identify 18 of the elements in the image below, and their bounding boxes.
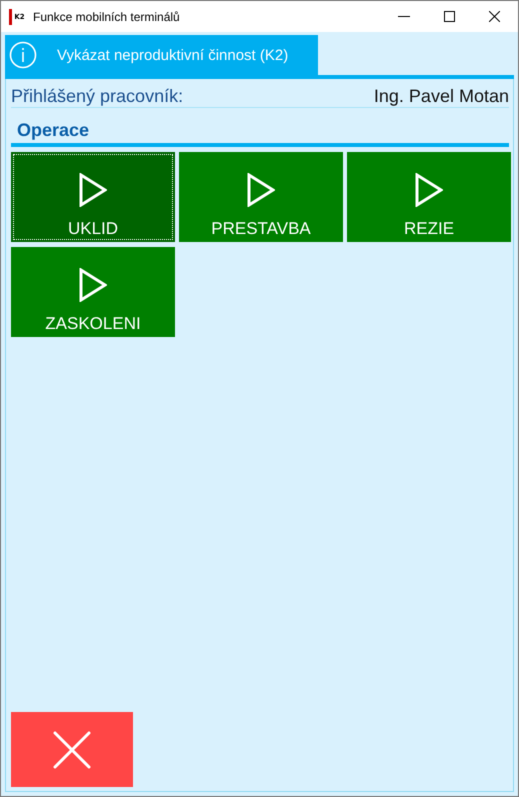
close-icon bbox=[53, 730, 91, 768]
cancel-button[interactable] bbox=[11, 712, 133, 787]
window-title: Funkce mobilních terminálů bbox=[33, 10, 180, 24]
operation-button[interactable]: ZASKOLENI bbox=[11, 247, 175, 337]
close-icon[interactable] bbox=[489, 11, 500, 22]
play-icon bbox=[79, 173, 107, 207]
info-icon bbox=[9, 41, 37, 69]
play-icon bbox=[79, 268, 107, 302]
worker-label: Přihlášený pracovník: bbox=[11, 85, 184, 107]
play-icon bbox=[247, 173, 275, 207]
worker-name: Ing. Pavel Motan bbox=[374, 85, 509, 107]
maximize-icon[interactable] bbox=[444, 11, 455, 22]
section-title: Operace bbox=[11, 108, 509, 147]
minimize-icon[interactable] bbox=[398, 16, 410, 18]
operation-button[interactable]: PRESTAVBA bbox=[179, 152, 343, 242]
operation-button[interactable]: REZIE bbox=[347, 152, 511, 242]
operation-button[interactable]: UKLID bbox=[11, 152, 175, 242]
play-icon bbox=[415, 173, 443, 207]
